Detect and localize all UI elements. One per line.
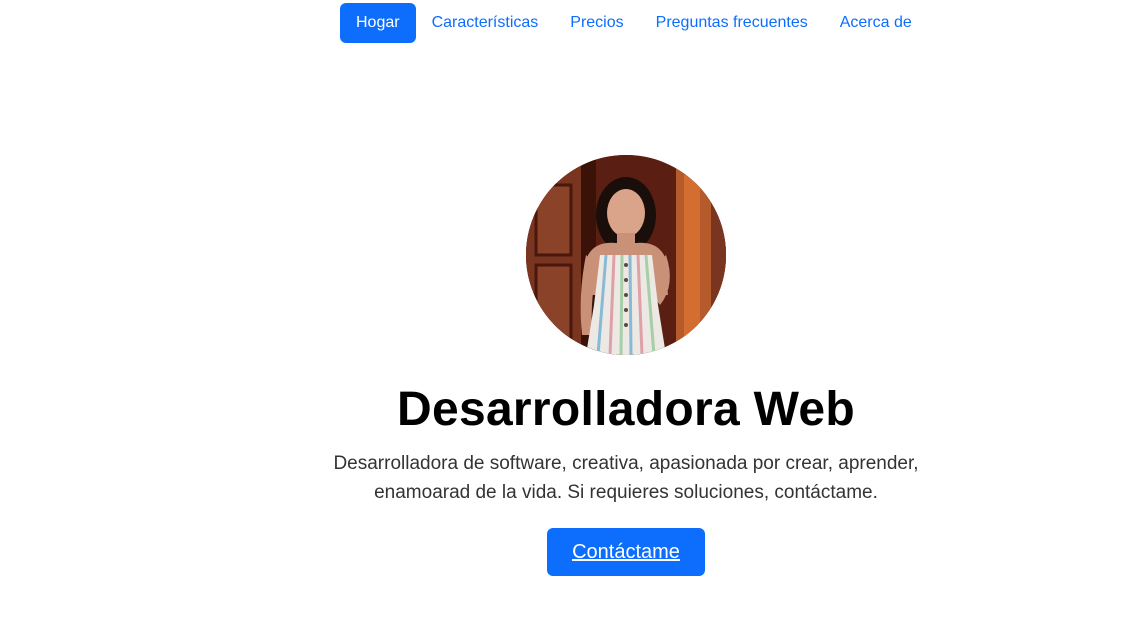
nav-item-hogar[interactable]: Hogar: [340, 3, 416, 43]
hero-section: Desarrolladora Web Desarrolladora de sof…: [0, 155, 1141, 576]
nav-item-caracteristicas[interactable]: Características: [416, 3, 555, 43]
nav-item-acerca-de[interactable]: Acerca de: [824, 3, 928, 43]
contact-button[interactable]: Contáctame: [547, 528, 705, 576]
profile-avatar: [526, 155, 726, 355]
nav-item-precios[interactable]: Precios: [554, 3, 639, 43]
top-nav: Hogar Características Precios Preguntas …: [340, 3, 928, 43]
profile-photo-icon: [526, 155, 726, 355]
hero-description-line-2: enamoarad de la vida. Si requieres soluc…: [374, 482, 878, 503]
nav-item-preguntas-frecuentes[interactable]: Preguntas frecuentes: [640, 3, 824, 43]
hero-description-line-1: Desarrolladora de software, creativa, ap…: [333, 453, 919, 474]
page-title: Desarrolladora Web: [396, 383, 855, 436]
hero-description: Desarrolladora de software, creativa, ap…: [326, 449, 926, 507]
